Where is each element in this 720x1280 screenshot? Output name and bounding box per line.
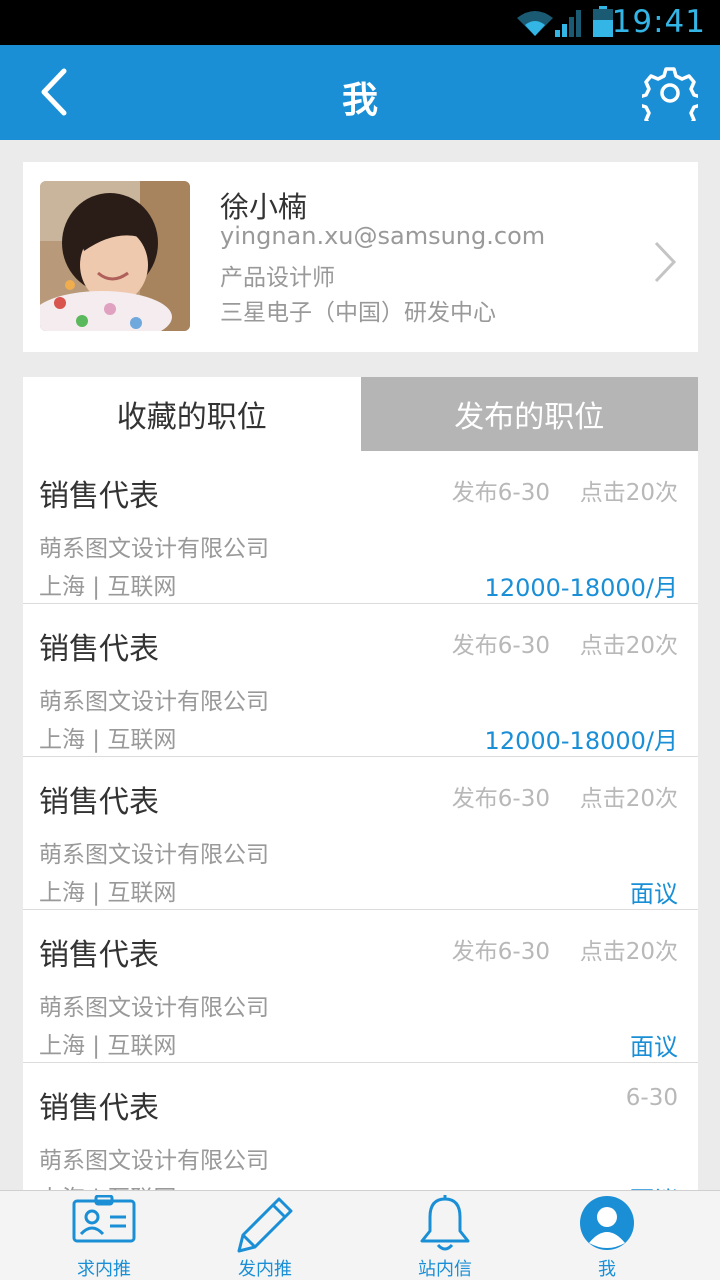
nav-label: 发内推 (238, 1259, 292, 1280)
user-icon (580, 1196, 634, 1250)
status-icons (515, 6, 585, 42)
job-date: 6-30 (625, 1085, 678, 1111)
nav-item-messages[interactable]: 站内信 (375, 1191, 515, 1280)
job-salary: 12000-18000/月 (484, 727, 678, 755)
profile-name: 徐小楠 (220, 190, 308, 224)
job-item[interactable]: 销售代表 发布6-30 点击20次 萌系图文设计有限公司 上海 | 互联网 12… (23, 604, 698, 757)
tab-saved-jobs[interactable]: 收藏的职位 (23, 377, 361, 451)
job-item[interactable]: 销售代表 6-30 萌系图文设计有限公司 上海 | 互联网 面议 (23, 1063, 698, 1191)
profile-company: 三星电子（中国）研发中心 (220, 300, 496, 326)
nav-item-me[interactable]: 我 (537, 1191, 677, 1280)
job-clicks: 点击20次 (579, 480, 678, 506)
job-title: 销售代表 (39, 938, 159, 973)
avatar (40, 181, 190, 331)
profile-job-title: 产品设计师 (220, 265, 335, 291)
job-date: 发布6-30 (451, 939, 550, 965)
nav-item-post-referral[interactable]: 发内推 (195, 1191, 335, 1280)
job-title: 销售代表 (39, 479, 159, 514)
job-salary: 12000-18000/月 (484, 574, 678, 602)
job-date: 发布6-30 (451, 786, 550, 812)
job-title: 销售代表 (39, 1091, 159, 1126)
job-clicks: 点击20次 (579, 786, 678, 812)
tab-posted-jobs[interactable]: 发布的职位 (360, 377, 698, 451)
job-item[interactable]: 销售代表 发布6-30 点击20次 萌系图文设计有限公司 上海 | 互联网 面议 (23, 910, 698, 1063)
title-bar: 我 (0, 45, 720, 140)
pencil-icon (237, 1197, 293, 1253)
job-company: 萌系图文设计有限公司 (39, 1148, 269, 1174)
chevron-right-icon (654, 241, 677, 283)
id-card-icon (72, 1195, 136, 1243)
status-bar: 19:41 (0, 0, 720, 45)
page-title: 我 (341, 80, 378, 121)
job-date: 发布6-30 (451, 480, 550, 506)
job-company: 萌系图文设计有限公司 (39, 995, 269, 1021)
job-clicks: 点击20次 (579, 939, 678, 965)
bell-icon (420, 1195, 470, 1251)
profile-card[interactable]: 徐小楠 yingnan.xu@samsung.com 产品设计师 三星电子（中国… (23, 162, 698, 352)
job-location: 上海 | 互联网 (39, 880, 177, 906)
job-company: 萌系图文设计有限公司 (39, 689, 269, 715)
nav-label: 我 (598, 1259, 616, 1280)
nav-label: 求内推 (77, 1259, 131, 1280)
gear-icon[interactable] (642, 65, 698, 121)
status-time: 19:41 (611, 4, 706, 40)
job-title: 销售代表 (39, 785, 159, 820)
job-company: 萌系图文设计有限公司 (39, 842, 269, 868)
job-list: 销售代表 发布6-30 点击20次 萌系图文设计有限公司 上海 | 互联网 12… (23, 451, 698, 1191)
job-date: 发布6-30 (451, 633, 550, 659)
profile-email: yingnan.xu@samsung.com (220, 222, 546, 250)
job-clicks: 点击20次 (579, 633, 678, 659)
job-location: 上海 | 互联网 (39, 574, 177, 600)
signal-icon (555, 10, 581, 37)
wifi-icon (517, 11, 553, 36)
job-salary: 面议 (630, 880, 678, 908)
tabs: 收藏的职位 发布的职位 (23, 377, 698, 451)
job-location: 上海 | 互联网 (39, 1033, 177, 1059)
job-location: 上海 | 互联网 (39, 727, 177, 753)
bottom-nav: 求内推 发内推 站内信 我 (0, 1190, 720, 1280)
nav-label: 站内信 (418, 1259, 472, 1280)
job-salary: 面议 (630, 1033, 678, 1061)
nav-item-seek-referral[interactable]: 求内推 (34, 1191, 174, 1280)
job-item[interactable]: 销售代表 发布6-30 点击20次 萌系图文设计有限公司 上海 | 互联网 12… (23, 451, 698, 604)
job-item[interactable]: 销售代表 发布6-30 点击20次 萌系图文设计有限公司 上海 | 互联网 面议 (23, 757, 698, 910)
job-title: 销售代表 (39, 632, 159, 667)
job-company: 萌系图文设计有限公司 (39, 536, 269, 562)
